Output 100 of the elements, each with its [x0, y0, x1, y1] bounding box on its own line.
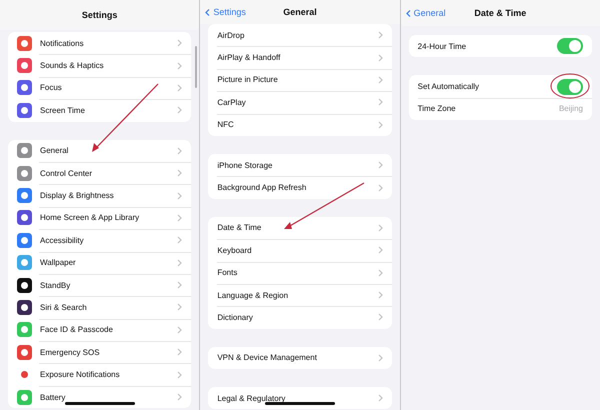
row-label: Language & Region	[217, 290, 290, 300]
chevron-icon	[177, 146, 182, 155]
back-button[interactable]: Settings	[205, 7, 246, 17]
row-label: Fonts	[217, 268, 238, 278]
row-value: Beijing	[558, 104, 583, 114]
chevron-icon	[177, 214, 182, 222]
row-label: VPN & Device Management	[217, 353, 318, 362]
settings-row[interactable]: AirDrop	[208, 24, 392, 46]
settings-row[interactable]: Exposure Notifications	[8, 363, 192, 386]
chevron-icon	[177, 303, 182, 312]
back-chevron-icon	[205, 8, 210, 16]
row-label: AirPlay & Handoff	[217, 53, 282, 62]
chevron-icon	[177, 370, 182, 379]
row-label: Accessibility	[40, 236, 85, 245]
settings-row[interactable]: VPN & Device Management	[208, 346, 392, 370]
home-indicator	[264, 402, 335, 405]
chevron-icon	[378, 76, 383, 84]
row-label: Exposure Notifications	[40, 370, 121, 380]
row-label: Picture in Picture	[217, 75, 279, 84]
chevron-icon	[177, 169, 182, 178]
settings-row[interactable]: Siri & Search	[8, 296, 192, 319]
settings-row[interactable]: Face ID & Passcode	[8, 318, 192, 342]
row-label: Legal & Regulatory	[217, 394, 286, 403]
nav-title: Date & Time	[474, 8, 526, 18]
chevron-icon	[378, 120, 383, 129]
settings-row[interactable]: NFC	[208, 114, 392, 136]
row-label: Face ID & Passcode	[40, 325, 114, 334]
settings-row[interactable]: Time Zone Beijing	[408, 98, 592, 120]
row-label: iPhone Storage	[217, 160, 274, 170]
settings-row[interactable]: Screen Time	[8, 99, 192, 122]
chevron-icon	[378, 246, 383, 254]
chevron-icon	[378, 161, 383, 170]
chevron-icon	[177, 326, 182, 334]
chevron-icon	[177, 62, 182, 70]
settings-row[interactable]: Wallpaper	[8, 252, 192, 274]
settings-row[interactable]: AirPlay & Handoff	[208, 46, 392, 69]
settings-row[interactable]: Home Screen & App Library	[8, 206, 192, 230]
settings-row[interactable]: Legal & Regulatory	[208, 387, 392, 410]
settings-row[interactable]: Sounds & Haptics	[8, 54, 192, 77]
row-label: General	[40, 146, 70, 156]
nav-title: Settings	[82, 10, 118, 20]
chevron-icon	[378, 313, 383, 322]
toggle-switch[interactable]	[556, 78, 583, 95]
settings-row[interactable]: Emergency SOS	[8, 341, 192, 364]
toggle-switch[interactable]	[556, 38, 583, 54]
row-label: AirDrop	[217, 30, 246, 40]
settings-row[interactable]: Set Automatically	[408, 75, 592, 98]
settings-row[interactable]: iPhone Storage	[208, 154, 392, 176]
chevron-icon	[177, 281, 182, 290]
chevron-icon	[177, 192, 182, 200]
back-button[interactable]: General	[406, 8, 446, 18]
row-label: 24-Hour Time	[418, 42, 468, 51]
row-label: Keyboard	[217, 246, 253, 255]
row-label: Emergency SOS	[40, 348, 101, 357]
row-label: NFC	[217, 120, 235, 130]
settings-row[interactable]: Background App Refresh	[208, 176, 392, 199]
settings-row[interactable]: Fonts	[208, 262, 392, 284]
home-indicator	[64, 402, 135, 405]
annotation-arrow	[92, 84, 158, 152]
row-label: Background App Refresh	[217, 183, 308, 192]
row-label: Sounds & Haptics	[40, 61, 105, 70]
chevron-icon	[378, 224, 383, 232]
scroll-indicator	[195, 46, 198, 88]
settings-row[interactable]: CarPlay	[208, 91, 392, 114]
row-label: Display & Brightness	[40, 191, 115, 200]
row-label: Focus	[40, 83, 63, 92]
settings-row[interactable]: Picture in Picture	[208, 68, 392, 92]
row-label: StandBy	[40, 280, 72, 290]
back-chevron-icon	[406, 8, 411, 18]
settings-row[interactable]: Date & Time	[208, 216, 392, 240]
settings-row[interactable]: Language & Region	[208, 284, 392, 306]
row-label: CarPlay	[217, 98, 247, 107]
chevron-icon	[177, 393, 182, 402]
row-label: Screen Time	[40, 106, 86, 115]
settings-row[interactable]: 24-Hour Time	[408, 35, 592, 58]
chevron-icon	[177, 106, 182, 114]
chevron-icon	[378, 54, 383, 62]
settings-row[interactable]: Control Center	[8, 162, 192, 184]
row-label: Battery	[40, 392, 66, 402]
chevron-icon	[177, 236, 182, 244]
chevron-icon	[378, 268, 383, 277]
chevron-icon	[378, 291, 383, 300]
settings-row[interactable]: Battery	[8, 386, 192, 408]
settings-row[interactable]: Notifications	[8, 32, 192, 54]
row-label: Dictionary	[217, 312, 254, 322]
settings-row[interactable]: Accessibility	[8, 229, 192, 252]
row-label: Wallpaper	[40, 258, 77, 268]
chevron-icon	[378, 31, 383, 40]
settings-row[interactable]: StandBy	[8, 274, 192, 296]
row-label: Set Automatically	[418, 82, 480, 92]
row-label: Notifications	[40, 38, 85, 48]
chevron-icon	[378, 98, 383, 106]
settings-row[interactable]: Dictionary	[208, 306, 392, 329]
settings-row[interactable]: Keyboard	[208, 239, 392, 262]
row-label: Date & Time	[217, 223, 262, 232]
settings-row[interactable]: Display & Brightness	[8, 184, 192, 207]
chevron-icon	[177, 258, 182, 267]
row-label: Home Screen & App Library	[40, 213, 140, 222]
chevron-icon	[378, 354, 383, 362]
settings-row[interactable]: Focus	[8, 76, 192, 100]
